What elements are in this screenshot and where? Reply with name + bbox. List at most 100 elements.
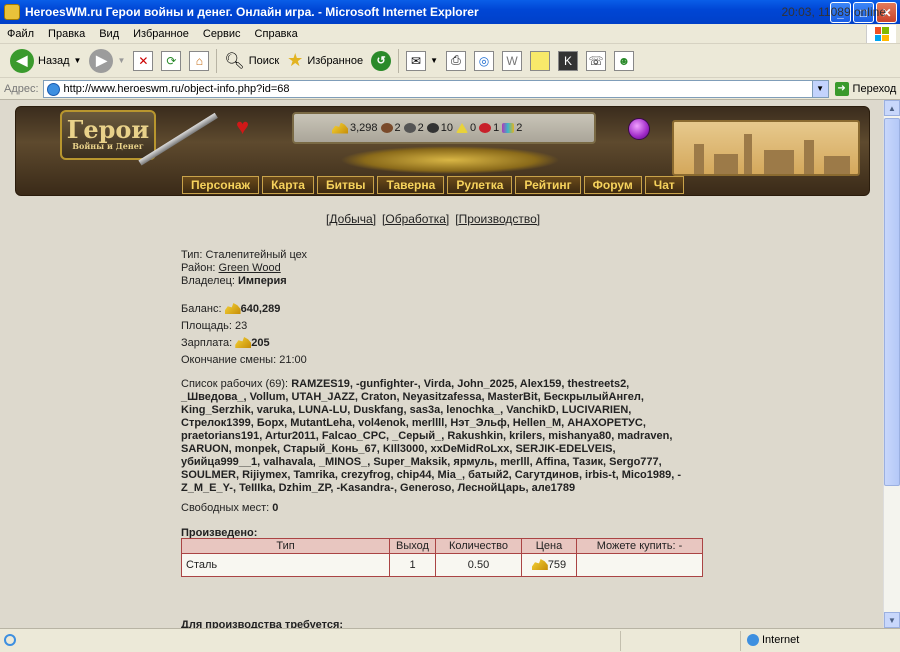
window-titlebar: HeroesWM.ru Герои войны и денег. Онлайн … (0, 0, 900, 24)
menu-help[interactable]: Справка (248, 28, 305, 40)
resource-gold: 3,298 (332, 122, 378, 134)
contacts-icon: ☻ (613, 50, 634, 71)
search-icon: 🔍︎ (224, 52, 245, 70)
city-picture (672, 120, 860, 176)
game-logo[interactable]: Герои Войны и Денег (60, 110, 156, 160)
area-row: Площадь: 23 (181, 320, 307, 337)
vertical-scrollbar[interactable]: ▲ ▼ (883, 100, 900, 628)
research-icon: ☏ (585, 50, 606, 71)
refresh-icon: ⟳ (161, 50, 182, 71)
toolbar-separator (216, 48, 218, 73)
nav-character[interactable]: Персонаж (182, 176, 260, 194)
resource-mercury: 10 (426, 122, 454, 134)
cell-quantity: 0.50 (435, 553, 522, 577)
search-button[interactable]: 🔍︎ Поиск (220, 47, 283, 75)
magic-orb-icon[interactable] (628, 118, 650, 140)
shift-row: Окончание смены: 21:00 (181, 354, 307, 371)
resource-value: 1 (493, 122, 500, 134)
forward-dropdown-icon[interactable]: ▼ (117, 56, 125, 65)
type-row: Тип: Сталепитейный цех (181, 249, 307, 262)
print-button[interactable]: ⎙ (442, 47, 470, 75)
scroll-up-button[interactable]: ▲ (884, 100, 900, 116)
district-link[interactable]: Green Wood (219, 262, 281, 274)
research-button[interactable]: ☏ (582, 47, 610, 75)
resource-value: 2 (394, 122, 401, 134)
contacts-button[interactable]: ☻ (610, 47, 638, 75)
stop-button[interactable]: ✕ (129, 47, 157, 75)
menu-view[interactable]: Вид (92, 28, 126, 40)
owner-row: Владелец: Империя (181, 275, 307, 288)
resource-value: 2 (417, 122, 424, 134)
nav-battles[interactable]: Битвы (316, 176, 375, 194)
menu-file[interactable]: Файл (0, 28, 41, 40)
menu-favorites[interactable]: Избранное (126, 28, 196, 40)
gold-icon (531, 559, 548, 570)
nav-rating[interactable]: Рейтинг (515, 176, 581, 194)
heart-icon[interactable]: ♥ (236, 116, 249, 138)
home-icon: ⌂ (189, 50, 210, 71)
page-status-icon (4, 634, 16, 646)
word-icon: W (501, 50, 522, 71)
windows-logo-icon (866, 25, 896, 43)
cell-price: 759 (521, 553, 577, 577)
history-button[interactable]: ↺ (367, 47, 395, 75)
logo-subtitle: Войны и Денег (72, 141, 144, 151)
globe-icon (747, 634, 759, 646)
nav-roulette[interactable]: Рулетка (447, 176, 513, 194)
link-mining[interactable]: [Добыча] (326, 212, 376, 226)
free-places-row: Свободных мест: 0 (181, 502, 278, 514)
address-bar: Адрес: http://www.heroeswm.ru/object-inf… (0, 78, 900, 100)
menu-edit[interactable]: Правка (41, 28, 92, 40)
online-status: 20:03, 11089 online (781, 5, 886, 19)
free-places-value: 0 (272, 502, 279, 514)
window-title: HeroesWM.ru Герои войны и денег. Онлайн … (25, 5, 479, 19)
nav-map[interactable]: Карта (262, 176, 314, 194)
nav-chat[interactable]: Чат (644, 176, 684, 194)
scroll-thumb[interactable] (884, 118, 900, 486)
refresh-button[interactable]: ⟳ (157, 47, 185, 75)
workers-list: Список рабочих (69): RAMZES19, -gunfight… (181, 378, 693, 495)
back-arrow-icon: ◀ (10, 48, 34, 73)
owner-value: Империя (238, 275, 287, 287)
go-button[interactable]: ➜ Переход (834, 81, 896, 96)
link-processing[interactable]: [Обработка] (382, 212, 449, 226)
favorites-button[interactable]: ★ Избранное (283, 47, 367, 75)
cell-type: Сталь (181, 553, 390, 577)
back-button[interactable]: ◀ Назад ▼ (6, 47, 85, 75)
price-value: 759 (547, 559, 567, 571)
workers-names[interactable]: RAMZES19, -gunfighter-, Virda, John_2025… (181, 378, 681, 494)
home-button[interactable]: ⌂ (185, 47, 213, 75)
mail-dropdown-icon[interactable]: ▼ (430, 56, 438, 65)
word-button[interactable]: W (498, 47, 526, 75)
mail-button[interactable]: ✉ ▼ (402, 47, 442, 75)
menu-tools[interactable]: Сервис (196, 28, 248, 40)
area-label: Площадь: (181, 320, 232, 332)
menubar: Файл Правка Вид Избранное Сервис Справка (0, 24, 900, 44)
scroll-down-button[interactable]: ▼ (884, 612, 900, 628)
district-row: Район: Green Wood (181, 262, 307, 275)
address-dropdown-icon[interactable]: ▼ (811, 80, 828, 97)
main-navigation: Персонаж Карта Битвы Таверна Рулетка Рей… (182, 176, 684, 194)
k-button[interactable]: K (554, 47, 582, 75)
note-button[interactable] (526, 47, 554, 75)
ore-icon (403, 123, 416, 133)
gold-icon (235, 337, 252, 348)
messenger-button[interactable]: ◎ (470, 47, 498, 75)
nav-forum[interactable]: Форум (583, 176, 642, 194)
balance-value: 640,289 (240, 303, 281, 315)
forward-button[interactable]: ▶ ▼ (85, 47, 129, 75)
back-dropdown-icon[interactable]: ▼ (74, 56, 82, 65)
gems-icon (502, 123, 515, 133)
stop-icon: ✕ (133, 50, 154, 71)
resource-sulfur: 0 (456, 122, 476, 134)
favorites-label: Избранное (307, 54, 364, 67)
resource-gems: 2 (502, 122, 522, 134)
link-production[interactable]: [Производство] (455, 212, 540, 226)
mercury-icon (426, 123, 439, 133)
resource-value: 10 (440, 122, 454, 134)
table-row: Сталь 1 0.50 759 (181, 553, 703, 577)
nav-tavern[interactable]: Таверна (377, 176, 445, 194)
area-value: 23 (235, 320, 248, 332)
address-input[interactable]: http://www.heroeswm.ru/object-info.php?i… (42, 79, 829, 98)
col-type: Тип (181, 538, 390, 554)
